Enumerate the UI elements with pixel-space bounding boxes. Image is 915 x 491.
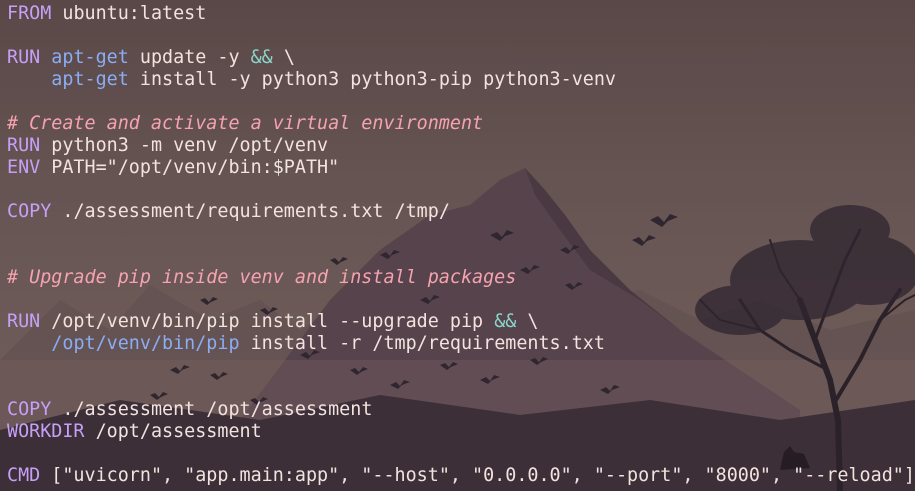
code-line[interactable]: RUN /opt/venv/bin/pip install --upgrade … [7, 311, 915, 333]
code-token-op: && [494, 311, 517, 332]
code-line[interactable]: # Create and activate a virtual environm… [7, 113, 915, 135]
code-line[interactable] [7, 179, 915, 201]
code-line[interactable] [7, 377, 915, 399]
code-line[interactable]: COPY ./assessment/requirements.txt /tmp/ [7, 201, 915, 223]
code-token-tx: \ [516, 311, 539, 332]
code-line[interactable] [7, 91, 915, 113]
code-line[interactable]: COPY ./assessment /opt/assessment [7, 399, 915, 421]
code-token-tx: install -r /tmp/requirements.txt [239, 333, 605, 354]
code-line[interactable]: RUN python3 -m venv /opt/venv [7, 135, 915, 157]
code-line[interactable]: RUN apt-get update -y && \ [7, 47, 915, 69]
code-token-tx: \ [272, 47, 295, 68]
code-line[interactable] [7, 245, 915, 267]
code-token-tx [40, 47, 51, 68]
code-token-tx: install -y python3 python3-pip python3-v… [128, 69, 616, 90]
code-token-tx: PATH="/opt/venv/bin:$PATH" [40, 157, 340, 178]
code-token-kw: RUN [7, 47, 41, 68]
code-line[interactable]: # Upgrade pip inside venv and install pa… [7, 267, 915, 289]
code-token-kw: RUN [7, 311, 41, 332]
code-line[interactable]: FROM ubuntu:latest [7, 3, 915, 25]
code-token-kw: FROM [7, 3, 52, 24]
code-line[interactable]: apt-get install -y python3 python3-pip p… [7, 69, 915, 91]
dockerfile-editor[interactable]: FROM ubuntu:latest RUN apt-get update -y… [7, 3, 915, 487]
code-line[interactable]: ENV PATH="/opt/venv/bin:$PATH" [7, 157, 915, 179]
code-line[interactable] [7, 443, 915, 465]
code-token-fn: apt-get [51, 69, 129, 90]
code-token-tx: ./assessment /opt/assessment [51, 399, 373, 420]
code-line[interactable] [7, 355, 915, 377]
code-token-kw: RUN [7, 135, 41, 156]
code-token-tx [7, 333, 51, 354]
code-token-kw: COPY [7, 201, 52, 222]
code-token-kw: WORKDIR [7, 421, 85, 442]
code-token-cm: # Create and activate a virtual environm… [7, 113, 484, 134]
code-token-tx: ["uvicorn", "app.main:app", "--host", "0… [40, 465, 915, 486]
code-line[interactable]: /opt/venv/bin/pip install -r /tmp/requir… [7, 333, 915, 355]
code-token-tx [7, 69, 51, 90]
code-token-tx: /opt/assessment [84, 421, 262, 442]
code-token-tx: /opt/venv/bin/pip install --upgrade pip [40, 311, 495, 332]
code-token-kw: COPY [7, 399, 52, 420]
code-token-tx: update -y [128, 47, 251, 68]
code-token-kw: ENV [7, 157, 41, 178]
code-token-fn: /opt/venv/bin/pip [51, 333, 240, 354]
code-token-tx: python3 -m venv /opt/venv [40, 135, 329, 156]
code-line[interactable]: CMD ["uvicorn", "app.main:app", "--host"… [7, 465, 915, 487]
code-token-kw: CMD [7, 465, 41, 486]
code-token-tx: ubuntu:latest [51, 3, 207, 24]
code-token-op: && [250, 47, 273, 68]
code-token-cm: # Upgrade pip inside venv and install pa… [7, 267, 517, 288]
code-line[interactable] [7, 289, 915, 311]
code-token-fn: apt-get [51, 47, 129, 68]
code-token-tx: ./assessment/requirements.txt /tmp/ [51, 201, 450, 222]
code-line[interactable]: WORKDIR /opt/assessment [7, 421, 915, 443]
code-line[interactable] [7, 25, 915, 47]
code-line[interactable] [7, 223, 915, 245]
